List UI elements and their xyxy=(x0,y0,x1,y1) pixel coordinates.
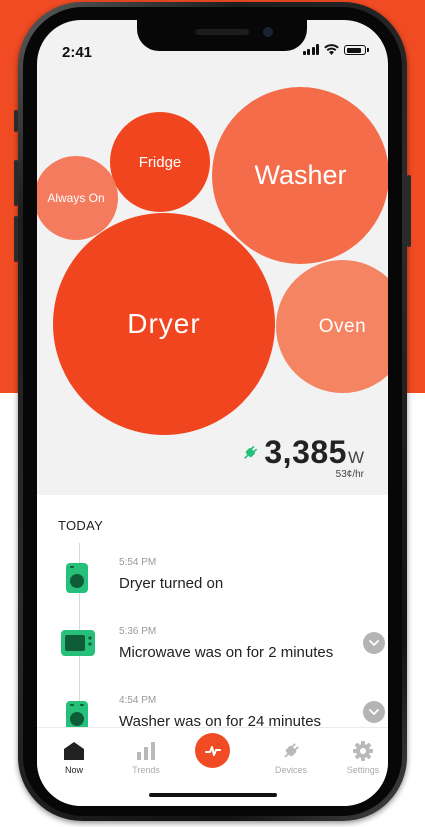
wifi-icon xyxy=(324,44,339,55)
event-text: Washer was on for 24 minutes xyxy=(119,713,322,727)
tab-bar: Now Trends Devices Settings xyxy=(37,727,388,806)
bubble-label: Oven xyxy=(318,315,367,337)
status-time: 2:41 xyxy=(62,44,93,61)
event-text: Microwave was on for 2 minutes xyxy=(119,644,334,661)
power-unit: W xyxy=(347,448,364,467)
plug-icon xyxy=(284,743,299,758)
event-text: Dryer turned on xyxy=(119,575,224,592)
signal-icon xyxy=(302,44,319,55)
tab-settings[interactable]: Settings xyxy=(333,740,388,775)
dryer-icon xyxy=(66,563,88,593)
washer-icon xyxy=(66,701,88,727)
bar-chart-icon xyxy=(137,742,155,760)
app-screen: 2:41 Washer Fridge Always On Oven Dryer xyxy=(37,20,388,806)
battery-icon xyxy=(344,45,369,55)
tab-now[interactable]: Now xyxy=(44,740,104,775)
front-camera xyxy=(263,27,273,37)
bubble-washer[interactable]: Washer xyxy=(212,87,388,264)
home-icon xyxy=(64,742,84,760)
bubble-fridge[interactable]: Fridge xyxy=(110,112,210,212)
feed-item[interactable]: 5:54 PM Dryer turned on xyxy=(37,557,388,617)
chevron-down-icon xyxy=(369,640,379,646)
tab-label: Devices xyxy=(274,765,307,775)
bubble-label: Dryer xyxy=(127,308,201,339)
pulse-icon xyxy=(204,745,221,756)
volume-up-button xyxy=(14,160,18,206)
activity-feed: TODAY 5:54 PM Dryer turned on 5:36 PM Mi… xyxy=(37,495,388,727)
bubble-dryer[interactable]: Dryer xyxy=(53,213,275,435)
power-button xyxy=(407,175,411,247)
power-value: 3,385 xyxy=(264,434,347,470)
bubble-always-on[interactable]: Always On xyxy=(37,156,118,240)
microwave-icon xyxy=(61,630,95,656)
event-time: 5:36 PM xyxy=(119,626,157,637)
feed-item[interactable]: 5:36 PM Microwave was on for 2 minutes xyxy=(37,626,388,686)
bubble-label: Washer xyxy=(254,160,347,190)
home-indicator[interactable] xyxy=(149,793,277,797)
pulse-button[interactable] xyxy=(195,733,230,768)
tab-label: Trends xyxy=(132,765,160,775)
volume-down-button xyxy=(14,216,18,262)
gear-icon xyxy=(353,741,373,761)
tab-label: Now xyxy=(64,765,83,775)
event-time: 5:54 PM xyxy=(119,557,157,568)
status-icons xyxy=(302,44,369,55)
bubble-label: Always On xyxy=(47,191,105,205)
notch xyxy=(137,20,307,51)
speaker-grille xyxy=(195,29,249,35)
feed-item[interactable]: 4:54 PM Washer was on for 24 minutes xyxy=(37,695,388,727)
chevron-down-icon xyxy=(369,709,379,715)
tab-trends[interactable]: Trends xyxy=(116,740,176,775)
feed-title: TODAY xyxy=(58,518,104,533)
bubble-oven[interactable]: Oven xyxy=(276,260,388,393)
tab-label: Settings xyxy=(346,765,380,775)
expand-button[interactable] xyxy=(363,632,385,654)
plug-icon xyxy=(244,445,258,459)
expand-button[interactable] xyxy=(363,701,385,723)
side-button xyxy=(14,110,18,132)
bubble-label: Fridge xyxy=(138,153,182,171)
tab-devices[interactable]: Devices xyxy=(261,740,321,775)
power-readout: 3,385 W 53¢/hr xyxy=(241,434,364,480)
event-time: 4:54 PM xyxy=(119,695,157,706)
